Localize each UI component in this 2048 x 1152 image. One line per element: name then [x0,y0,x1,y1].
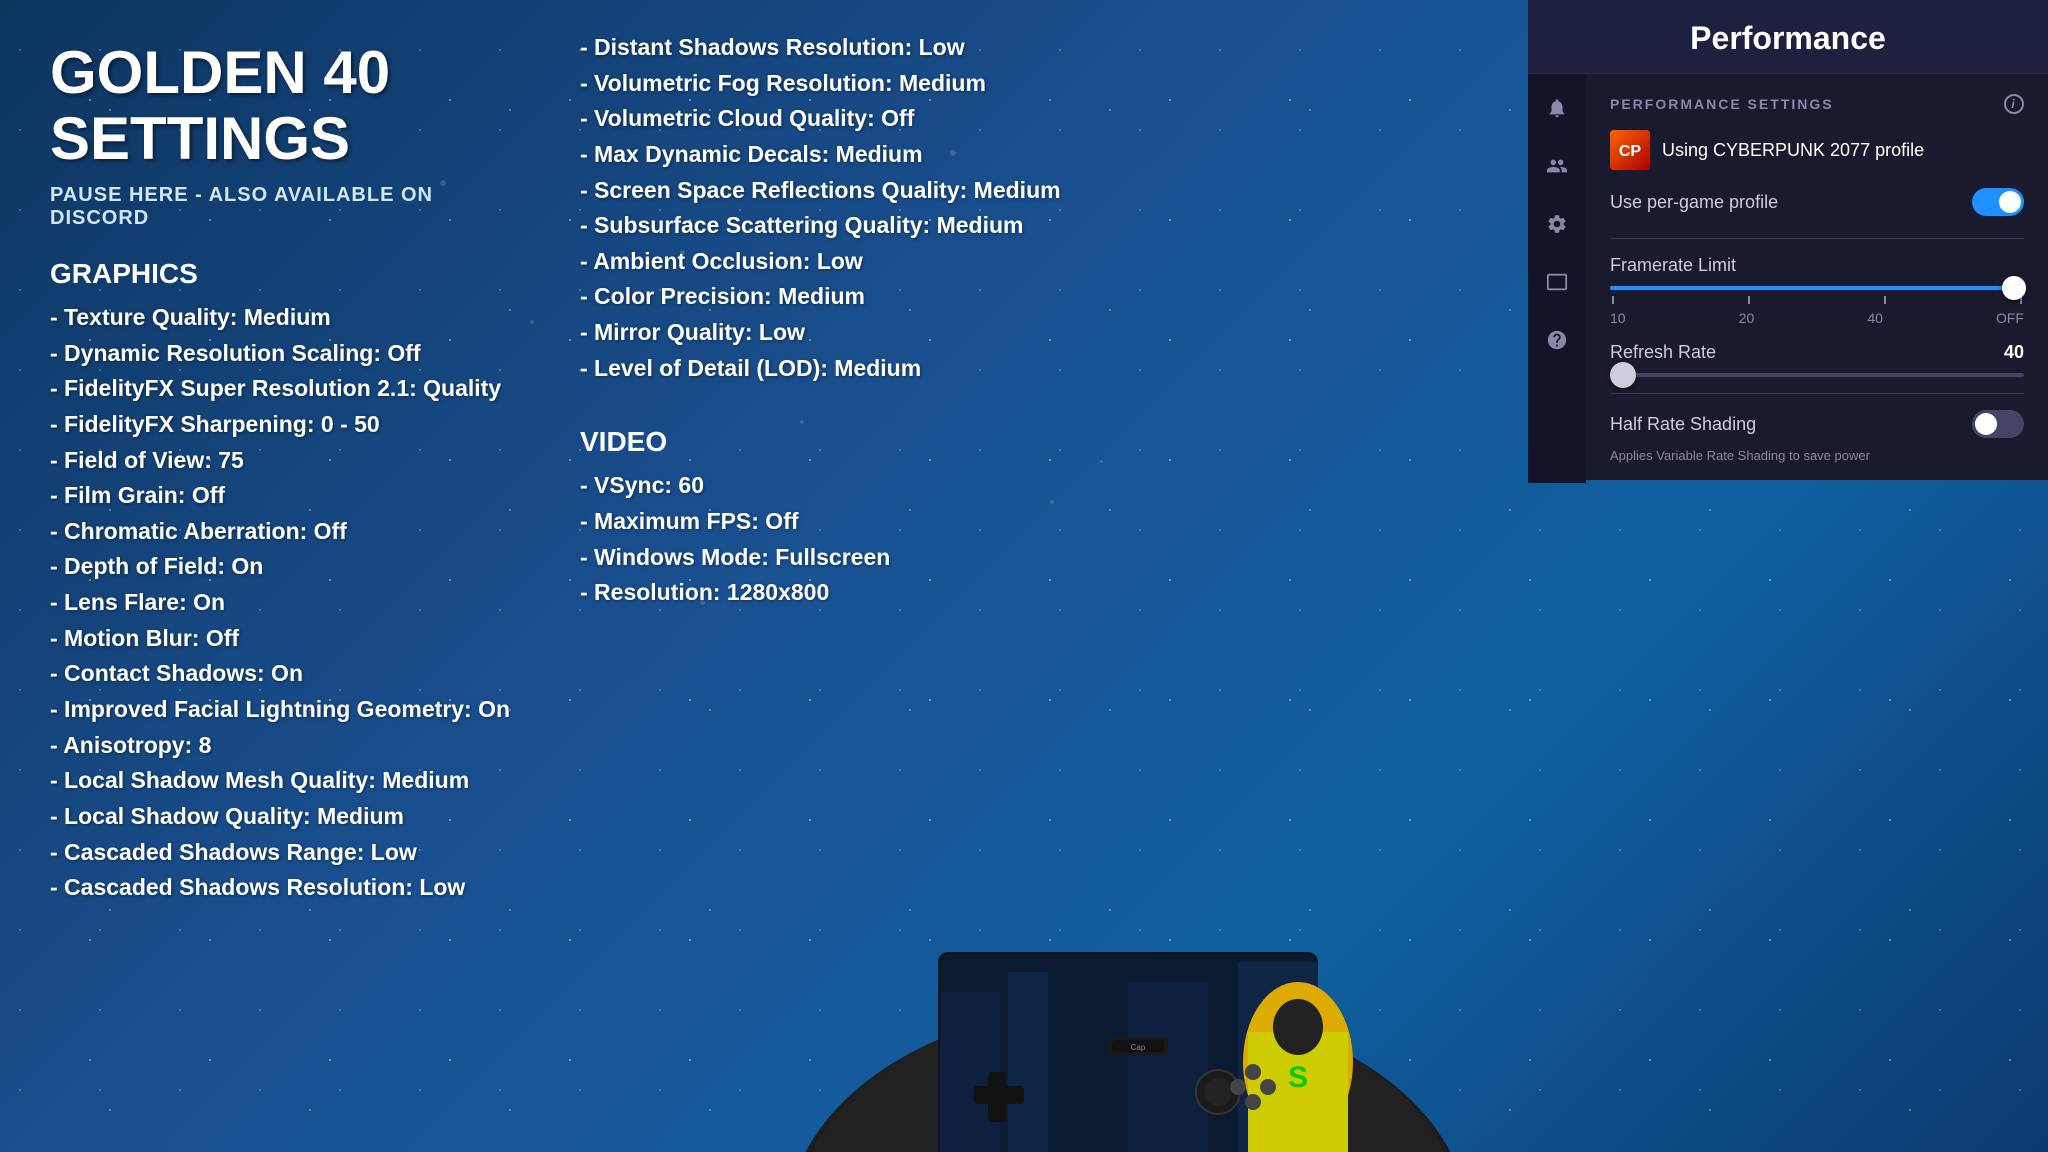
refresh-rate-header: Refresh Rate 40 [1610,342,2024,363]
device-image-area: S Cap [778,672,1528,1152]
refresh-slider-track [1610,373,2024,377]
profile-avatar: CP [1610,130,1650,170]
half-rate-shading-row: Half Rate Shading Applies Variable Rate … [1610,410,2024,463]
list-item: - Texture Quality: Medium [50,300,520,336]
list-item: - Ambient Occlusion: Low [580,244,1080,280]
half-rate-label: Half Rate Shading [1610,414,1756,435]
list-item: - Level of Detail (LOD): Medium [580,351,1080,387]
graphics-section-title: GRAPHICS [50,258,520,290]
list-item: - Color Precision: Medium [580,279,1080,315]
use-per-game-toggle[interactable] [1972,188,2024,216]
slider-label-40: 40 [1867,310,1883,326]
svg-text:Cap: Cap [1131,1043,1146,1052]
device-svg: S Cap [778,672,1528,1152]
framerate-limit-label: Framerate Limit [1610,255,1736,276]
list-item: - VSync: 60 [580,468,1080,504]
framerate-slider-track [1610,286,2024,290]
refresh-rate-label: Refresh Rate [1610,342,1716,363]
display-icon[interactable] [1539,264,1575,300]
list-item: - Depth of Field: On [50,549,520,585]
slider-label-10: 10 [1610,310,1626,326]
toggle-knob [1999,191,2021,213]
video-section-title: VIDEO [580,426,1080,458]
list-item: - Screen Space Reflections Quality: Medi… [580,173,1080,209]
framerate-slider-container [1610,286,2024,290]
divider-2 [1610,393,2024,394]
video-section: VIDEO - VSync: 60 - Maximum FPS: Off - W… [580,426,1080,611]
list-item: - Improved Facial Lightning Geometry: On [50,692,520,728]
framerate-slider-thumb[interactable] [2002,276,2026,300]
list-item: - Motion Blur: Off [50,621,520,657]
list-item: - Resolution: 1280x800 [580,575,1080,611]
list-item: - Subsurface Scattering Quality: Medium [580,208,1080,244]
gear-icon[interactable] [1539,206,1575,242]
graphics-settings-list: - Texture Quality: Medium - Dynamic Reso… [50,300,520,906]
divider-1 [1610,238,2024,239]
half-rate-toggle[interactable] [1972,410,2024,438]
refresh-rate-row: Refresh Rate 40 [1610,342,2024,377]
list-item: - Volumetric Fog Resolution: Medium [580,66,1080,102]
svg-text:CP: CP [1619,143,1642,160]
framerate-limit-row: Framerate Limit [1610,255,2024,326]
slider-label-off: OFF [1996,310,2024,326]
list-item: - Maximum FPS: Off [580,504,1080,540]
side-icons [1528,74,1586,483]
refresh-rate-value: 40 [2004,342,2024,363]
list-item: - Anisotropy: 8 [50,728,520,764]
list-item: - Local Shadow Mesh Quality: Medium [50,763,520,799]
subtitle: PAUSE HERE - ALSO AVAILABLE ON DISCORD [50,184,520,230]
half-rate-toggle-knob [1975,413,1997,435]
profile-name: Using CYBERPUNK 2077 profile [1662,140,2024,161]
info-icon[interactable]: i [2004,94,2024,114]
framerate-slider-labels: 10 20 40 OFF [1610,310,2024,326]
panel-body: PERFORMANCE SETTINGS i [1528,74,2048,483]
list-item: - Mirror Quality: Low [580,315,1080,351]
use-per-game-label: Use per-game profile [1610,192,1778,213]
panel-content: PERFORMANCE SETTINGS i [1586,74,2048,483]
list-item: - Windows Mode: Fullscreen [580,540,1080,576]
list-item: - Dynamic Resolution Scaling: Off [50,336,520,372]
more-graphics-list: - Distant Shadows Resolution: Low - Volu… [580,30,1080,386]
framerate-slider-fill [1610,286,2024,290]
list-item: - Cascaded Shadows Range: Low [50,835,520,871]
list-item: - Local Shadow Quality: Medium [50,799,520,835]
list-item: - Volumetric Cloud Quality: Off [580,101,1080,137]
profile-row: CP Using CYBERPUNK 2077 profile [1610,130,2024,170]
left-panel: GOLDEN 40 SETTINGS PAUSE HERE - ALSO AVA… [0,0,560,1152]
panel-header: Performance [1528,0,2048,74]
list-item: - Cascaded Shadows Resolution: Low [50,870,520,906]
list-item: - Chromatic Aberration: Off [50,514,520,550]
framerate-limit-header: Framerate Limit [1610,255,2024,276]
list-item: - Max Dynamic Decals: Medium [580,137,1080,173]
list-item: - Film Grain: Off [50,478,520,514]
slider-label-20: 20 [1739,310,1755,326]
users-icon[interactable] [1539,148,1575,184]
list-item: - Lens Flare: On [50,585,520,621]
list-item: - Distant Shadows Resolution: Low [580,30,1080,66]
main-title: GOLDEN 40 SETTINGS [50,40,520,172]
list-item: - Contact Shadows: On [50,656,520,692]
performance-panel: Performance [1528,0,2048,480]
half-rate-header: Half Rate Shading [1610,410,2024,438]
list-item: - Field of View: 75 [50,443,520,479]
refresh-slider-thumb[interactable] [1610,362,1636,388]
use-per-game-row: Use per-game profile [1610,188,2024,216]
bell-icon[interactable] [1539,90,1575,126]
svg-text:S: S [1288,1061,1308,1094]
panel-title: Performance [1604,20,1972,57]
video-settings-list: - VSync: 60 - Maximum FPS: Off - Windows… [580,468,1080,611]
help-icon[interactable] [1539,322,1575,358]
half-rate-description: Applies Variable Rate Shading to save po… [1610,448,2024,463]
list-item: - FidelityFX Super Resolution 2.1: Quali… [50,371,520,407]
performance-settings-label: PERFORMANCE SETTINGS i [1610,94,2024,114]
list-item: - FidelityFX Sharpening: 0 - 50 [50,407,520,443]
